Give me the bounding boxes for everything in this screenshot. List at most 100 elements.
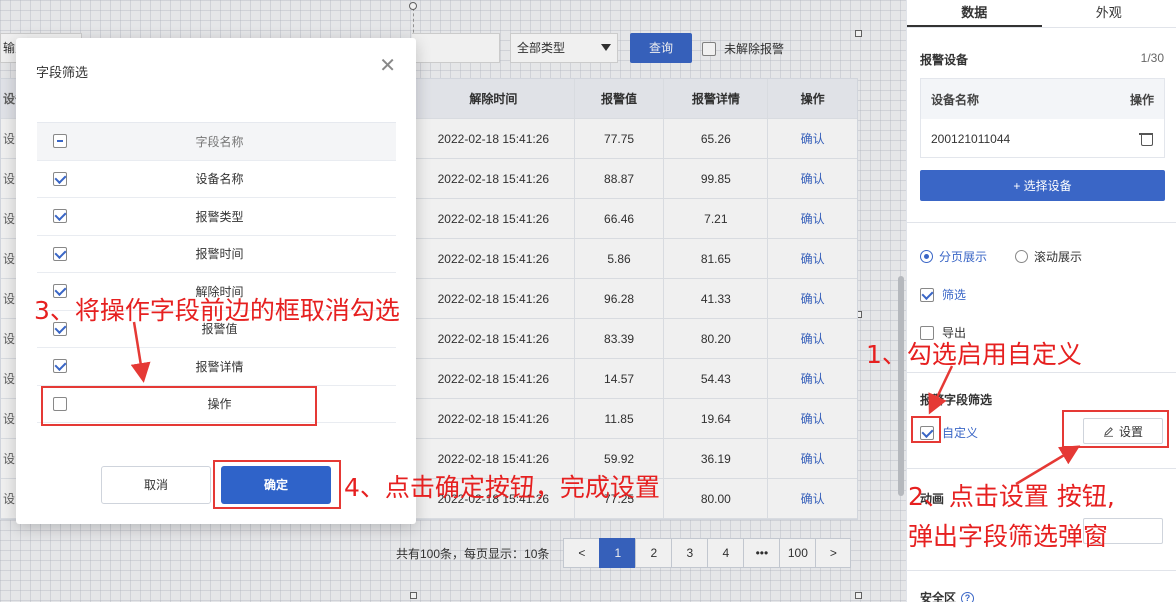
settings-button[interactable]: 设置 [1083, 418, 1163, 444]
close-icon[interactable]: ✕ [379, 56, 396, 76]
device-action-header: 操作 [1129, 92, 1154, 107]
rotate-handle[interactable] [409, 2, 417, 10]
device-name-header: 设备名称 [931, 92, 980, 107]
select-device-button[interactable]: + 选择设备 [920, 170, 1165, 201]
pagination: 共有100条，每页显示：10条 < 1 2 3 4 ••• 100 > [396, 538, 852, 568]
radio-scroll[interactable]: 滚动展示 [1015, 248, 1082, 265]
export-label: 导出 [942, 326, 967, 340]
keyword-input-extension[interactable] [412, 33, 500, 63]
confirm-link[interactable]: 确认 [768, 479, 857, 518]
col-header-value: 报警值 [575, 79, 665, 118]
confirm-link[interactable]: 确认 [768, 199, 857, 238]
page-button[interactable]: 2 [635, 538, 672, 568]
field-row[interactable]: 操作 [37, 386, 396, 423]
select-device-label: + 选择设备 [1013, 179, 1072, 193]
tab-appearance[interactable]: 外观 [1042, 0, 1176, 27]
field-checkbox[interactable] [53, 209, 67, 224]
cell-detail: 19.64 [664, 399, 769, 438]
canvas-scrollbar[interactable] [898, 276, 904, 496]
next-page-button[interactable]: > [815, 538, 852, 568]
cell-detail: 36.19 [664, 439, 769, 478]
custom-checkbox[interactable] [920, 425, 934, 440]
field-checkbox[interactable] [53, 359, 67, 374]
device-count: 1/30 [1140, 51, 1164, 65]
radio-scroll-dot[interactable] [1015, 250, 1029, 263]
display-mode-radio-group: 分页展示 滚动展示 [920, 248, 1082, 265]
field-checkbox[interactable] [53, 171, 67, 186]
page-button[interactable]: 3 [671, 538, 708, 568]
cell-detail: 41.33 [664, 279, 769, 318]
filter-checkbox[interactable] [920, 287, 934, 302]
confirm-button[interactable]: 确定 [221, 466, 331, 504]
tab-data[interactable]: 数据 [907, 0, 1042, 27]
trash-icon[interactable] [1139, 132, 1153, 146]
confirm-link[interactable]: 确认 [768, 239, 857, 278]
divider [907, 468, 1176, 469]
field-row[interactable]: 设备名称 [37, 161, 396, 198]
radio-paging-dot[interactable] [920, 250, 933, 263]
page-button[interactable]: 1 [599, 538, 636, 568]
resize-handle-b[interactable] [410, 592, 417, 599]
col-header-resolve-time: 解除时间 [413, 79, 575, 118]
unresolved-filter[interactable]: 未解除报警 [702, 40, 784, 57]
cell-detail: 80.20 [664, 319, 769, 358]
page-button[interactable]: 4 [707, 538, 744, 568]
field-name: 报警详情 [195, 359, 244, 374]
cell-resolve-time: 2022-02-18 15:41:26 [413, 359, 575, 398]
confirm-link[interactable]: 确认 [768, 439, 857, 478]
confirm-link[interactable]: 确认 [768, 399, 857, 438]
confirm-link[interactable]: 确认 [768, 279, 857, 318]
annotation-step4: 4、点击确定按钮，完成设置 [344, 473, 660, 502]
annotation-step2-line2: 弹出字段筛选弹窗 [908, 522, 1109, 551]
annotation-step2-line1: 2、点击设置 按钮, [908, 482, 1115, 511]
radio-paging[interactable]: 分页展示 [920, 248, 987, 265]
cell-value: 96.28 [575, 279, 665, 318]
cell-resolve-time: 2022-02-18 15:41:26 [413, 119, 575, 158]
cell-detail: 80.00 [664, 479, 769, 518]
field-filter-modal: 字段筛选 ✕ 字段名称 设备名称 报警类型 报警时间 解除时间 报警值 报警详情 操作 取消… [16, 38, 416, 524]
pagination-total: 共有100条，每页显示：10条 [396, 546, 550, 561]
cell-resolve-time: 2022-02-18 15:41:26 [413, 159, 575, 198]
custom-label: 自定义 [942, 426, 979, 440]
filter-option[interactable]: 筛选 [920, 286, 966, 303]
confirm-link[interactable]: 确认 [768, 359, 857, 398]
page-button[interactable]: ••• [743, 538, 780, 568]
help-icon[interactable]: ? [961, 592, 975, 602]
resize-handle-br[interactable] [855, 592, 862, 599]
field-name: 设备名称 [195, 172, 244, 187]
page-button[interactable]: 100 [779, 538, 816, 568]
cell-value: 11.85 [575, 399, 665, 438]
edit-icon [1103, 426, 1113, 437]
field-row[interactable]: 报警类型 [37, 198, 396, 236]
filter-label: 筛选 [942, 288, 967, 302]
resize-handle-tr[interactable] [855, 30, 862, 37]
cell-resolve-time: 2022-02-18 15:41:26 [413, 279, 575, 318]
query-button[interactable]: 查询 [630, 33, 692, 63]
export-option[interactable]: 导出 [920, 324, 966, 341]
prev-page-button[interactable]: < [563, 538, 600, 568]
device-table-header: 设备名称 操作 [921, 79, 1164, 119]
safe-area-title: 安全区? [920, 589, 975, 602]
field-checkbox[interactable] [53, 246, 67, 261]
settings-label: 设置 [1118, 424, 1143, 439]
field-filter-title: 报警字段筛选 [920, 393, 993, 407]
confirm-link[interactable]: 确认 [768, 319, 857, 358]
export-checkbox[interactable] [920, 325, 934, 340]
cell-resolve-time: 2022-02-18 15:41:26 [413, 319, 575, 358]
alarm-type-select[interactable]: 全部类型 [510, 33, 618, 63]
unresolved-checkbox[interactable] [702, 41, 716, 56]
select-all-checkbox[interactable] [53, 134, 67, 149]
cancel-button[interactable]: 取消 [101, 466, 211, 504]
field-row[interactable]: 报警详情 [37, 348, 396, 386]
confirm-link[interactable]: 确认 [768, 119, 857, 158]
alarm-device-title: 报警设备 [920, 53, 969, 67]
device-row: 200121011044 [921, 119, 1164, 158]
custom-option[interactable]: 自定义 [920, 424, 978, 441]
confirm-link[interactable]: 确认 [768, 159, 857, 198]
safe-area-label: 安全区 [920, 591, 957, 602]
device-table: 设备名称 操作 200121011044 [920, 78, 1165, 158]
field-checkbox[interactable] [53, 396, 67, 411]
alarm-type-value: 全部类型 [517, 41, 566, 55]
field-name-header: 字段名称 [195, 134, 244, 149]
field-row[interactable]: 报警时间 [37, 236, 396, 273]
